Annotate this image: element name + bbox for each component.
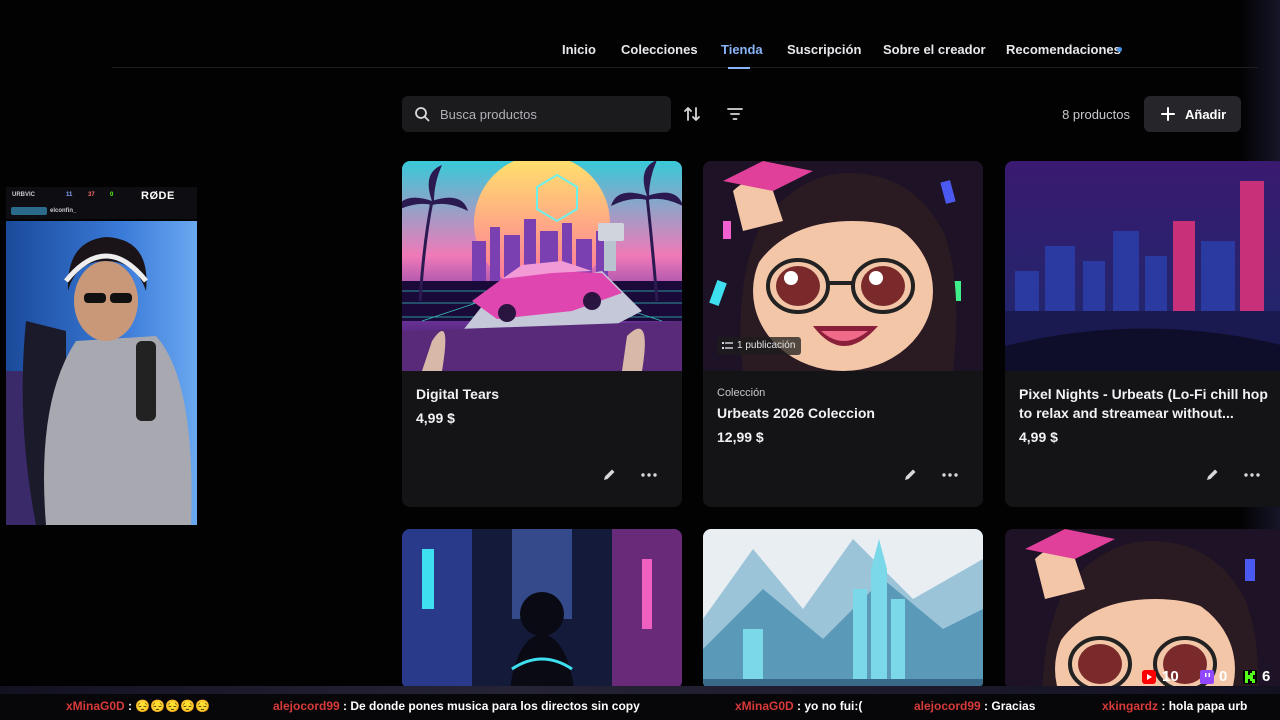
sort-icon[interactable] bbox=[682, 104, 702, 124]
product-type: Colección bbox=[717, 387, 766, 399]
product-title: Urbeats 2026 Coleccion bbox=[717, 405, 875, 421]
webcam-video bbox=[6, 221, 197, 525]
kick-viewers: 6 bbox=[1262, 668, 1271, 685]
top-navigation: Inicio Colecciones Tienda Suscripción So… bbox=[112, 22, 1258, 69]
product-thumbnail bbox=[703, 529, 983, 686]
add-button-label: Añadir bbox=[1185, 107, 1227, 122]
badge-label: 1 publicación bbox=[737, 340, 796, 351]
product-card-pixel-nights[interactable]: Pixel Nights - Urbeats (Lo-Fi chill hop … bbox=[1005, 161, 1280, 507]
edit-pencil-icon[interactable] bbox=[1204, 467, 1220, 483]
search-box[interactable] bbox=[402, 96, 671, 132]
ticker-glow bbox=[0, 686, 1280, 694]
edit-pencil-icon[interactable] bbox=[902, 467, 918, 483]
plus-icon bbox=[1161, 107, 1175, 121]
twitch-viewers: 0 bbox=[1219, 668, 1228, 685]
chat-username: alejocord99 bbox=[273, 699, 340, 713]
chat-message: xMinaG0D : 😔😔😔😔😔 bbox=[66, 699, 211, 713]
kick-icon bbox=[1243, 670, 1257, 684]
stream-info-bar: URBVIC 11 37 0 RØDE elconfin_ bbox=[6, 187, 197, 219]
chat-username: xMinaG0D bbox=[735, 699, 794, 713]
chat-text: 😔😔😔😔😔 bbox=[135, 699, 211, 713]
chat-message: alejocord99 : Gracias bbox=[914, 699, 1036, 713]
nav-active-indicator bbox=[728, 67, 750, 69]
chat-username: xMinaG0D bbox=[66, 699, 125, 713]
more-options-icon[interactable] bbox=[941, 467, 959, 483]
mic-brand-logo: RØDE bbox=[141, 190, 175, 202]
product-price: 4,99 $ bbox=[416, 410, 455, 426]
add-product-button[interactable]: Añadir bbox=[1144, 96, 1241, 132]
product-thumbnail bbox=[402, 161, 682, 371]
product-title: Pixel Nights - Urbeats (Lo-Fi chill hop … bbox=[1019, 386, 1268, 421]
chat-text: Gracias bbox=[991, 699, 1036, 713]
nav-recomendaciones[interactable]: Recomendaciones bbox=[1006, 42, 1121, 57]
more-options-icon[interactable] bbox=[1243, 467, 1261, 483]
overlay-name: URBVIC bbox=[12, 192, 36, 198]
chat-text: yo no fui:( bbox=[804, 699, 863, 713]
product-thumbnail bbox=[1005, 529, 1280, 686]
chat-message: xMinaG0D : yo no fui:( bbox=[735, 699, 863, 713]
search-input[interactable] bbox=[440, 96, 660, 132]
overlay-count-3: 0 bbox=[110, 192, 114, 198]
product-count: 8 productos bbox=[1062, 107, 1130, 122]
product-card-digital-tears[interactable]: Digital Tears 4,99 $ bbox=[402, 161, 682, 507]
chat-ticker: xMinaG0D : 😔😔😔😔😔 alejocord99 : De donde … bbox=[0, 686, 1280, 720]
more-options-icon[interactable] bbox=[640, 467, 658, 483]
product-card-urbeats-coleccion[interactable]: 1 publicación Colección Urbeats 2026 Col… bbox=[703, 161, 983, 507]
webcam-overlay: URBVIC 11 37 0 RØDE elconfin_ bbox=[6, 187, 197, 525]
chat-username: alejocord99 bbox=[914, 699, 981, 713]
search-icon bbox=[415, 107, 430, 122]
nav-sobre-el-creador[interactable]: Sobre el creador bbox=[883, 42, 986, 57]
edit-pencil-icon[interactable] bbox=[601, 467, 617, 483]
product-card[interactable] bbox=[1005, 529, 1280, 686]
product-price: 12,99 $ bbox=[717, 429, 764, 445]
product-title: Digital Tears bbox=[416, 386, 499, 402]
twitch-icon bbox=[1200, 670, 1214, 684]
overlay-count-2: 37 bbox=[88, 192, 95, 198]
chat-message: alejocord99 : De donde pones musica para… bbox=[273, 699, 640, 713]
list-icon bbox=[722, 342, 733, 349]
product-card[interactable] bbox=[703, 529, 983, 686]
youtube-viewers: 10 bbox=[1162, 668, 1179, 685]
nav-inicio[interactable]: Inicio bbox=[562, 42, 596, 57]
chat-text: hola papa urb bbox=[1168, 699, 1248, 713]
product-thumbnail bbox=[1005, 161, 1280, 371]
filter-icon[interactable] bbox=[725, 104, 745, 124]
nav-colecciones[interactable]: Colecciones bbox=[621, 42, 698, 57]
nav-suscripcion[interactable]: Suscripción bbox=[787, 42, 861, 57]
product-card[interactable] bbox=[402, 529, 682, 686]
product-thumbnail: 1 publicación bbox=[703, 161, 983, 371]
publication-count-badge: 1 publicación bbox=[717, 337, 802, 355]
product-thumbnail bbox=[402, 529, 682, 686]
product-price: 4,99 $ bbox=[1019, 429, 1058, 445]
chat-text: De donde pones musica para los directos … bbox=[350, 699, 640, 713]
chat-message: xkingardz : hola papa urb bbox=[1102, 699, 1248, 713]
nav-tienda[interactable]: Tienda bbox=[721, 42, 763, 57]
overlay-count-1: 11 bbox=[66, 192, 73, 198]
overlay-label: elconfin_ bbox=[50, 208, 77, 214]
new-indicator-dot bbox=[1117, 47, 1122, 52]
chat-username: xkingardz bbox=[1102, 699, 1159, 713]
overlay-tag bbox=[11, 207, 47, 215]
youtube-icon bbox=[1142, 670, 1156, 684]
